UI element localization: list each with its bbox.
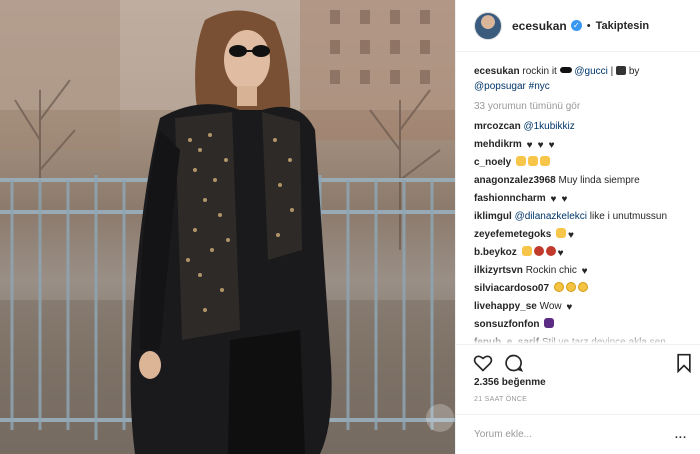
clap-emoji-icon [528,156,539,166]
comment-rows: mrcozcan @1kubikkiz mehdikrm ♥ ♥ ♥ c_noely a… [474,118,694,344]
add-comment-input[interactable] [474,429,675,440]
post-header: ecesukan ✓ • Takiptesin [456,0,700,52]
comment-mention[interactable]: @dilanazkelekci [515,211,587,222]
comment-row: livehappy_se Wow ♥ [474,298,694,316]
action-bar [456,344,700,374]
heart-emoji-icon: ♥ [526,140,533,151]
comment-row: fashionncharm ♥ ♥ [474,190,694,208]
comment-row: mehdikrm ♥ ♥ ♥ [474,136,694,154]
comment-username[interactable]: zeyefemetegoks [474,229,551,240]
sunglasses-emoji-icon [559,67,572,73]
caption-mention-popsugar[interactable]: @popsugar [474,81,526,92]
comment-text: Rockin chic [525,265,577,276]
comment-text: Muy linda siempre [558,175,640,186]
camera-emoji-icon [616,66,627,75]
clap-emoji-icon [540,156,551,166]
clap-emoji-icon [521,246,532,256]
comment-row: silviacardoso07 [474,280,694,298]
photo-illustration [0,0,455,454]
face-emoji-icon [553,282,564,292]
post-caption: ecesukan rockin it @gucci | by @popsugar… [474,64,694,94]
heart-emoji-icon: ♥ [537,140,544,151]
clap-emoji-icon [516,156,527,166]
heart-emoji-icon: ♥ [581,266,588,277]
caption-mention-gucci[interactable]: @gucci [574,66,608,77]
comment-row: ilkizyrtsvn Rockin chic ♥ [474,262,694,280]
heart-emoji-icon: ♥ [566,302,573,313]
verified-badge-icon: ✓ [570,20,582,31]
comment-username[interactable]: livehappy_se [474,301,537,312]
comment-text: Wow [539,301,562,312]
comment-username[interactable]: c_noely [474,157,511,168]
header-username[interactable]: ecesukan [512,19,567,33]
comment-row: iklimgul @dilanazkelekci like i unutmuss… [474,208,694,226]
comment-icon[interactable] [504,353,524,373]
comment-text: like i unutmussun [589,211,668,222]
comment-username[interactable]: fashionncharm [474,193,546,204]
comment-row: mrcozcan @1kubikkiz [474,118,694,136]
comments-list[interactable]: ecesukan rockin it @gucci | by @popsugar… [474,60,694,344]
avatar[interactable] [474,11,502,40]
comment-row: zeyefemetegoks ♥ [474,226,694,244]
comments-fade [474,334,694,344]
like-count[interactable]: 2.356 beğenme [474,377,546,388]
face-emoji-icon [577,282,588,292]
follow-status-button[interactable]: Takiptesin [596,20,650,32]
comment-row: anagonzalez3968 Muy linda siempre [474,172,694,190]
comment-username[interactable]: sonsuzfonfon [474,319,540,330]
comment-username[interactable]: mrcozcan [474,121,521,132]
comment-row: c_noely [474,154,694,172]
heart-emoji-icon: ♥ [550,194,557,205]
caption-hashtag[interactable]: #nyc [529,81,550,92]
heart-emoji-icon: ♥ [561,194,568,205]
comment-username[interactable]: b.beykoz [474,247,517,258]
comment-row: sonsuzfonfon [474,316,694,334]
caption-by: by [626,66,640,77]
bookmark-icon[interactable] [674,353,694,373]
header-separator: • [586,19,591,32]
caption-separator: | [607,66,617,77]
post-panel: ecesukan ✓ • Takiptesin ecesukan rockin … [455,0,700,454]
rose-emoji-icon [533,246,544,256]
caption-text: rockin it [519,66,560,77]
add-comment-bar: ... [456,414,700,454]
more-options-icon[interactable]: ... [675,429,687,441]
comment-username[interactable]: silviacardoso07 [474,283,549,294]
comment-row: b.beykoz ♥ [474,244,694,262]
heart-emoji-icon: ♥ [568,230,574,241]
clap-emoji-icon [556,228,567,238]
skull-emoji-icon [544,318,555,328]
heart-icon[interactable] [473,353,493,373]
comment-mention[interactable]: @1kubikkiz [523,121,574,132]
comment-username[interactable]: anagonzalez3968 [474,175,556,186]
comment-username[interactable]: ilkizyrtsvn [474,265,523,276]
comment-username[interactable]: mehdikrm [474,139,522,150]
post-timestamp[interactable]: 21 SAAT ÖNCE [474,396,527,403]
caption-username[interactable]: ecesukan [474,66,520,77]
comment-username[interactable]: iklimgul [474,211,512,222]
face-emoji-icon [565,282,576,292]
rose-emoji-icon [545,246,556,256]
heart-emoji-icon: ♥ [548,140,555,151]
load-more-comments-link[interactable]: 33 yorumun tümünü gör [474,100,694,114]
heart-emoji-icon: ♥ [557,248,564,259]
post-photo[interactable] [0,0,455,454]
